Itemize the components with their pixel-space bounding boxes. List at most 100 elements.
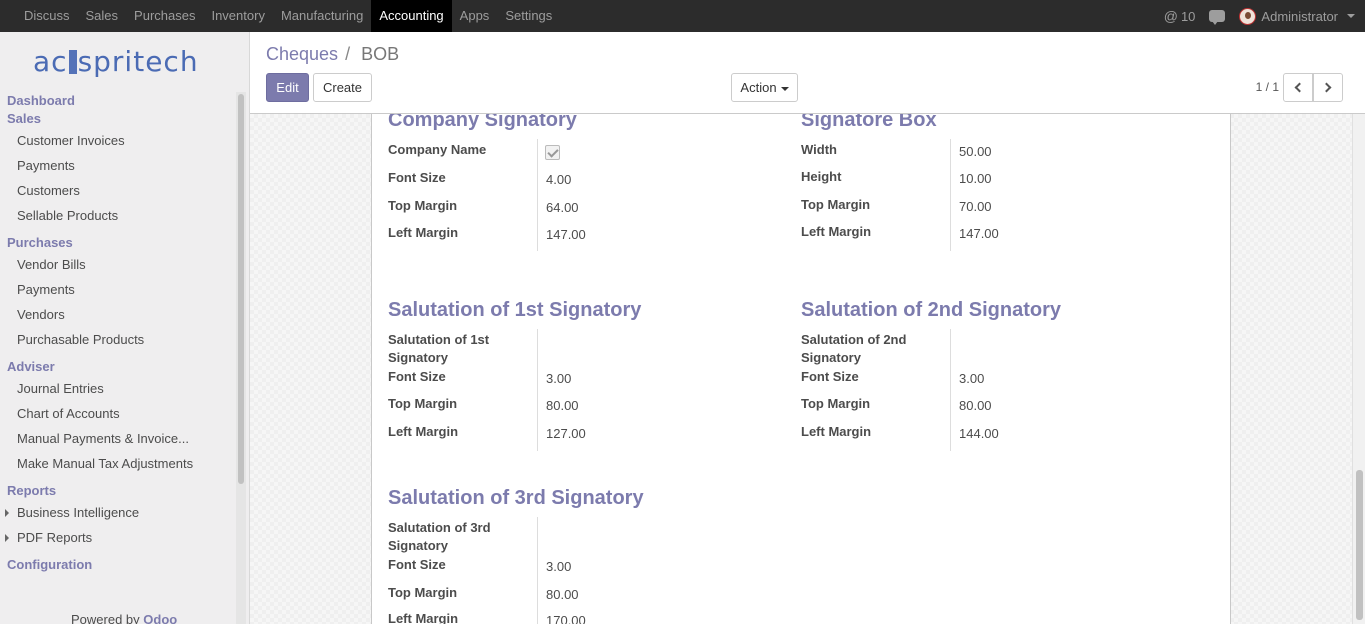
height-value: 10.00 [959,171,992,186]
main-scrollbar[interactable] [1352,114,1365,624]
left-margin-label: Left Margin [801,424,872,439]
menu-accounting[interactable]: Accounting [371,0,452,32]
left-margin-value: 147.00 [546,227,586,242]
breadcrumb-parent[interactable]: Cheques [266,44,338,64]
scrollbar-thumb[interactable] [238,94,244,484]
width-value: 50.00 [959,144,992,159]
company-name-checkbox[interactable] [545,145,560,160]
menu-settings[interactable]: Settings [497,0,560,32]
field-divider [950,329,951,451]
salutation-1-label: Salutation of 1st Signatory [388,332,490,365]
left-margin-label: Left Margin [388,424,459,439]
mentions-button[interactable]: @ 10 [1164,8,1196,24]
sidebar-item-customer-invoices[interactable]: Customer Invoices [0,128,236,153]
breadcrumb-separator: / [345,44,351,64]
edit-button[interactable]: Edit [266,73,309,102]
group-title-company-signatory: Company Signatory [388,114,577,131]
top-margin-value: 80.00 [959,398,992,413]
top-navbar: Discuss Sales Purchases Inventory Manufa… [0,0,1365,32]
action-label: Action [740,80,777,95]
action-dropdown[interactable]: Action [731,73,798,102]
sidebar-item-label: PDF Reports [17,530,93,545]
font-size-value: 3.00 [546,559,572,574]
sidebar-section-sales: Sales [7,111,41,126]
form-background: Company Signatory Company Name Font Size… [250,114,1352,624]
sidebar-item-vendors[interactable]: Vendors [0,302,236,327]
sidebar-item-business-intelligence[interactable]: Business Intelligence [0,500,236,525]
menu-discuss[interactable]: Discuss [16,0,78,32]
form-sheet: Company Signatory Company Name Font Size… [371,114,1231,624]
font-size-label: Font Size [801,369,859,384]
sidebar-section-adviser: Adviser [7,359,55,374]
sidebar-item-sellable-products[interactable]: Sellable Products [0,203,236,228]
left-margin-value: 147.00 [959,226,999,241]
sidebar-section-reports: Reports [7,483,57,498]
sidebar-item-manual-tax-adjustments[interactable]: Make Manual Tax Adjustments [0,451,236,476]
odoo-link[interactable]: Odoo [143,612,177,624]
sidebar-item-vendor-bills[interactable]: Vendor Bills [0,252,236,277]
caret-down-icon [1347,14,1355,18]
top-margin-value: 80.00 [546,398,579,413]
pager-next-button[interactable] [1313,73,1343,102]
left-margin-label: Left Margin [801,224,872,239]
sidebar-item-label: Business Intelligence [17,505,140,520]
expand-arrow-icon [5,509,9,517]
left-margin-value: 170.00 [546,613,586,624]
expand-arrow-icon [5,534,9,542]
top-margin-label: Top Margin [801,197,871,212]
sidebar-item-chart-of-accounts[interactable]: Chart of Accounts [0,401,236,426]
menu-purchases[interactable]: Purchases [126,0,203,32]
group-title-signatore-box: Signatore Box [801,114,937,131]
salutation-3-label: Salutation of 3rd Signatory [388,520,491,553]
powered-by-text: Powered by [71,612,140,624]
font-size-value: 3.00 [959,371,985,386]
scrollbar-thumb[interactable] [1356,470,1363,620]
sidebar-scrollbar[interactable] [236,92,246,624]
sidebar-item-journal-entries[interactable]: Journal Entries [0,376,236,401]
mentions-count: 10 [1180,8,1196,24]
pager-value: 1 / 1 [1255,80,1279,94]
menu-sales[interactable]: Sales [78,0,127,32]
font-size-label: Font Size [388,369,446,384]
sidebar-item-dashboard[interactable]: Dashboard [0,92,236,110]
top-margin-value: 80.00 [546,587,579,602]
app-menu: Discuss Sales Purchases Inventory Manufa… [16,0,560,32]
sidebar: ac spritech Dashboard Sales Customer Invo… [0,32,250,624]
chevron-left-icon [1294,82,1305,93]
width-label: Width [801,142,837,157]
user-name: Administrator [1261,8,1338,24]
breadcrumb-current: BOB [361,44,400,64]
pager-previous-button[interactable] [1283,73,1313,102]
sidebar-section-purchases: Purchases [7,235,73,250]
breadcrumb: Cheques / BOB [266,44,399,65]
chevron-right-icon [1321,82,1332,93]
font-size-value: 3.00 [546,371,572,386]
menu-apps[interactable]: Apps [452,0,498,32]
sidebar-item-manual-payments[interactable]: Manual Payments & Invoice... [0,426,236,451]
create-button[interactable]: Create [313,73,372,102]
company-name-label: Company Name [388,142,487,157]
sidebar-item-purchasable-products[interactable]: Purchasable Products [0,327,236,352]
font-size-value: 4.00 [546,172,572,187]
field-divider [537,139,538,251]
chat-icon[interactable] [1209,10,1226,25]
company-logo: ac spritech [33,45,199,78]
avatar [1239,7,1257,25]
top-margin-value: 70.00 [959,199,992,214]
sidebar-item-vendor-payments[interactable]: Payments [0,277,236,302]
top-margin-label: Top Margin [388,198,458,213]
group-title-salutation-3: Salutation of 3rd Signatory [388,487,644,509]
group-title-salutation-1: Salutation of 1st Signatory [388,299,642,321]
sidebar-item-customers[interactable]: Customers [0,178,236,203]
sidebar-section-configuration: Configuration [7,557,93,572]
sidebar-item-payments[interactable]: Payments [0,153,236,178]
user-menu[interactable]: Administrator [1239,7,1355,25]
at-icon: @ [1163,8,1178,24]
height-label: Height [801,169,842,184]
sidebar-item-pdf-reports[interactable]: PDF Reports [0,525,236,550]
menu-manufacturing[interactable]: Manufacturing [273,0,371,32]
menu-inventory[interactable]: Inventory [203,0,272,32]
top-margin-label: Top Margin [801,396,871,411]
group-title-salutation-2: Salutation of 2nd Signatory [801,299,1062,321]
top-margin-label: Top Margin [388,585,458,600]
